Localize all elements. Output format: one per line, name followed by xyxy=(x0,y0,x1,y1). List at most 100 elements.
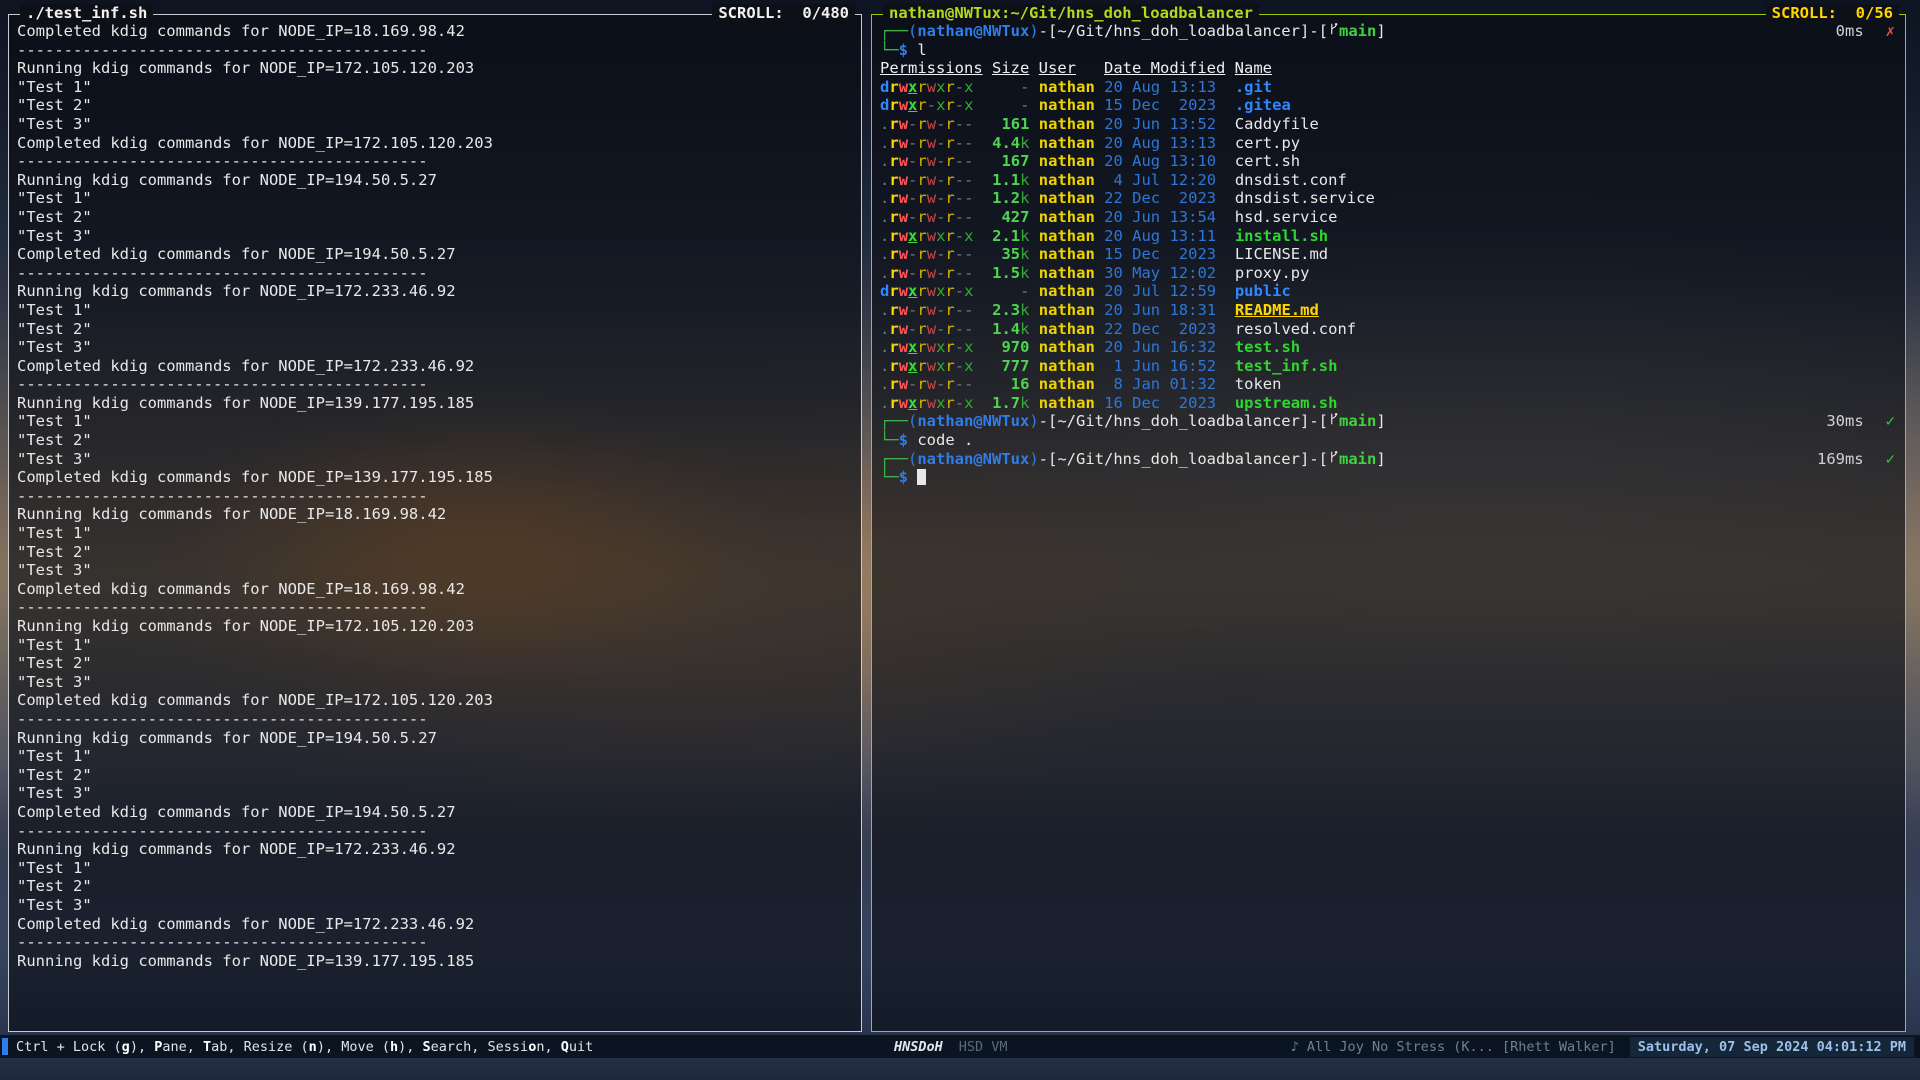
file-date: 20 Jun 13:52 xyxy=(1104,115,1225,133)
file-name: .git xyxy=(1235,78,1272,96)
terminal-line: "Test 2" xyxy=(17,766,851,785)
file-owner: nathan xyxy=(1039,134,1095,152)
terminal-line: Running kdig commands for NODE_IP=172.10… xyxy=(17,59,851,78)
file-date: 20 Aug 13:13 xyxy=(1104,134,1225,152)
file-name: LICENSE.md xyxy=(1235,245,1328,263)
terminal-line: "Test 2" xyxy=(17,431,851,450)
prompt-path: ~/Git/hns_doh_loadbalancer xyxy=(1057,22,1300,41)
terminal-line: ----------------------------------------… xyxy=(17,933,851,952)
terminal-line: "Test 1" xyxy=(17,524,851,543)
file-date: 4 Jul 12:20 xyxy=(1104,171,1225,189)
left-pane-output: Completed kdig commands for NODE_IP=18.1… xyxy=(9,15,861,1031)
terminal-line: Running kdig commands for NODE_IP=194.50… xyxy=(17,171,851,190)
file-row: drwxr-xr-x - nathan 15 Dec 2023 .gitea xyxy=(880,96,1895,115)
terminal-line: ┌──(nathan@NWTux)-[~/Git/hns_doh_loadbal… xyxy=(880,450,1895,469)
tmux-status-bar: Ctrl + Lock (g), Pane, Tab, Resize (n), … xyxy=(0,1035,1920,1058)
prompt-path: ~/Git/hns_doh_loadbalancer xyxy=(1057,412,1300,431)
file-row: .rwxrwxr-x 1.7k nathan 16 Dec 2023 upstr… xyxy=(880,394,1895,413)
file-owner: nathan xyxy=(1039,338,1095,356)
terminal-cursor[interactable] xyxy=(917,469,926,485)
file-name: cert.sh xyxy=(1235,152,1300,170)
file-date: 20 Jun 16:32 xyxy=(1104,338,1225,356)
file-row: .rw-rw-r-- 161 nathan 20 Jun 13:52 Caddy… xyxy=(880,115,1895,134)
file-date: 22 Dec 2023 xyxy=(1104,189,1225,207)
keybinding-hints: Ctrl + Lock (g), Pane, Tab, Resize (n), … xyxy=(16,1039,593,1055)
file-date: 15 Dec 2023 xyxy=(1104,96,1225,114)
file-row: .rwxrwxr-x 970 nathan 20 Jun 16:32 test.… xyxy=(880,338,1895,357)
now-playing-text: All Joy No Stress (K... [Rhett Walker] xyxy=(1307,1039,1616,1055)
terminal-line: Running kdig commands for NODE_IP=172.23… xyxy=(17,840,851,859)
terminal-line: Completed kdig commands for NODE_IP=172.… xyxy=(17,691,851,710)
file-owner: nathan xyxy=(1039,227,1095,245)
file-owner: nathan xyxy=(1039,171,1095,189)
terminal-line: "Test 1" xyxy=(17,859,851,878)
pane-test-inf-script[interactable]: ./test_inf.sh SCROLL: 0/480 Completed kd… xyxy=(8,14,862,1032)
host-label: HNSDoH xyxy=(894,1039,943,1055)
terminal-line: Completed kdig commands for NODE_IP=172.… xyxy=(17,357,851,376)
terminal-line: Completed kdig commands for NODE_IP=172.… xyxy=(17,915,851,934)
terminal-line: "Test 2" xyxy=(17,208,851,227)
keybind-key: P xyxy=(154,1039,162,1055)
terminal-line: "Test 3" xyxy=(17,450,851,469)
terminal-line: ----------------------------------------… xyxy=(17,598,851,617)
terminal-line: "Test 2" xyxy=(17,877,851,896)
file-name: test.sh xyxy=(1235,338,1300,356)
keybind-key: T xyxy=(203,1039,211,1055)
pane-shell[interactable]: nathan@NWTux:~/Git/hns_doh_loadbalancer … xyxy=(871,14,1906,1032)
terminal-line: "Test 2" xyxy=(17,543,851,562)
file-row: .rw-rw-r-- 16 nathan 8 Jan 01:32 token xyxy=(880,375,1895,394)
keybind-key: o xyxy=(528,1039,536,1055)
terminal-line: Completed kdig commands for NODE_IP=172.… xyxy=(17,134,851,153)
file-date: 1 Jun 16:52 xyxy=(1104,357,1225,375)
file-name: install.sh xyxy=(1235,227,1328,245)
file-name: hsd.service xyxy=(1235,208,1338,226)
file-owner: nathan xyxy=(1039,78,1095,96)
terminal-line: ----------------------------------------… xyxy=(17,710,851,729)
file-row: .rw-rw-r-- 1.2k nathan 22 Dec 2023 dnsdi… xyxy=(880,189,1895,208)
terminal-line: "Test 3" xyxy=(17,227,851,246)
terminal-line: "Test 1" xyxy=(17,747,851,766)
file-row: .rw-rw-r-- 1.1k nathan 4 Jul 12:20 dnsdi… xyxy=(880,171,1895,190)
terminal-line: Running kdig commands for NODE_IP=139.17… xyxy=(17,394,851,413)
file-date: 20 Aug 13:11 xyxy=(1104,227,1225,245)
file-name: .gitea xyxy=(1235,96,1291,114)
status-right: ♪All Joy No Stress (K... [Rhett Walker] … xyxy=(1291,1037,1920,1057)
terminal-line: Running kdig commands for NODE_IP=18.169… xyxy=(17,505,851,524)
terminal-line: Running kdig commands for NODE_IP=139.17… xyxy=(17,952,851,971)
file-date: 20 Jul 12:59 xyxy=(1104,282,1225,300)
terminal-line: "Test 3" xyxy=(17,896,851,915)
terminal-line: Completed kdig commands for NODE_IP=18.1… xyxy=(17,22,851,41)
terminal-line: "Test 3" xyxy=(17,784,851,803)
terminal-line: Completed kdig commands for NODE_IP=194.… xyxy=(17,803,851,822)
file-owner: nathan xyxy=(1039,189,1095,207)
terminal-line: ┌──(nathan@NWTux)-[~/Git/hns_doh_loadbal… xyxy=(880,412,1895,431)
file-name: dnsdist.service xyxy=(1235,189,1375,207)
file-owner: nathan xyxy=(1039,96,1095,114)
keybind-key: S xyxy=(423,1039,431,1055)
file-date: 16 Dec 2023 xyxy=(1104,394,1225,412)
file-row: .rw-rw-r-- 2.3k nathan 20 Jun 18:31 READ… xyxy=(880,301,1895,320)
terminal-line: "Test 1" xyxy=(17,301,851,320)
terminal-line: Completed kdig commands for NODE_IP=18.1… xyxy=(17,580,851,599)
file-name: dnsdist.conf xyxy=(1235,171,1347,189)
prompt-git-branch: main xyxy=(1339,412,1376,431)
file-date: 8 Jan 01:32 xyxy=(1104,375,1225,393)
prompt-user-host: nathan@NWTux xyxy=(917,22,1029,41)
terminal-line: └─$ code . xyxy=(880,431,1895,450)
file-name: resolved.conf xyxy=(1235,320,1356,338)
terminal-line: Running kdig commands for NODE_IP=172.23… xyxy=(17,282,851,301)
keybind-key: g xyxy=(122,1039,130,1055)
command-duration: 169ms xyxy=(1817,450,1864,469)
success-check-icon: ✓ xyxy=(1886,412,1895,431)
file-row: .rw-rw-r-- 35k nathan 15 Dec 2023 LICENS… xyxy=(880,245,1895,264)
git-branch-icon xyxy=(1328,412,1339,426)
file-row: drwxrwxr-x - nathan 20 Aug 13:13 .git xyxy=(880,78,1895,97)
file-owner: nathan xyxy=(1039,115,1095,133)
file-row: .rw-rw-r-- 1.4k nathan 22 Dec 2023 resol… xyxy=(880,320,1895,339)
file-name: proxy.py xyxy=(1235,264,1310,282)
file-name: public xyxy=(1235,282,1291,300)
file-owner: nathan xyxy=(1039,394,1095,412)
status-center: HNSDoH HSD VM xyxy=(894,1039,1008,1055)
file-owner: nathan xyxy=(1039,320,1095,338)
terminal-line: ----------------------------------------… xyxy=(17,375,851,394)
